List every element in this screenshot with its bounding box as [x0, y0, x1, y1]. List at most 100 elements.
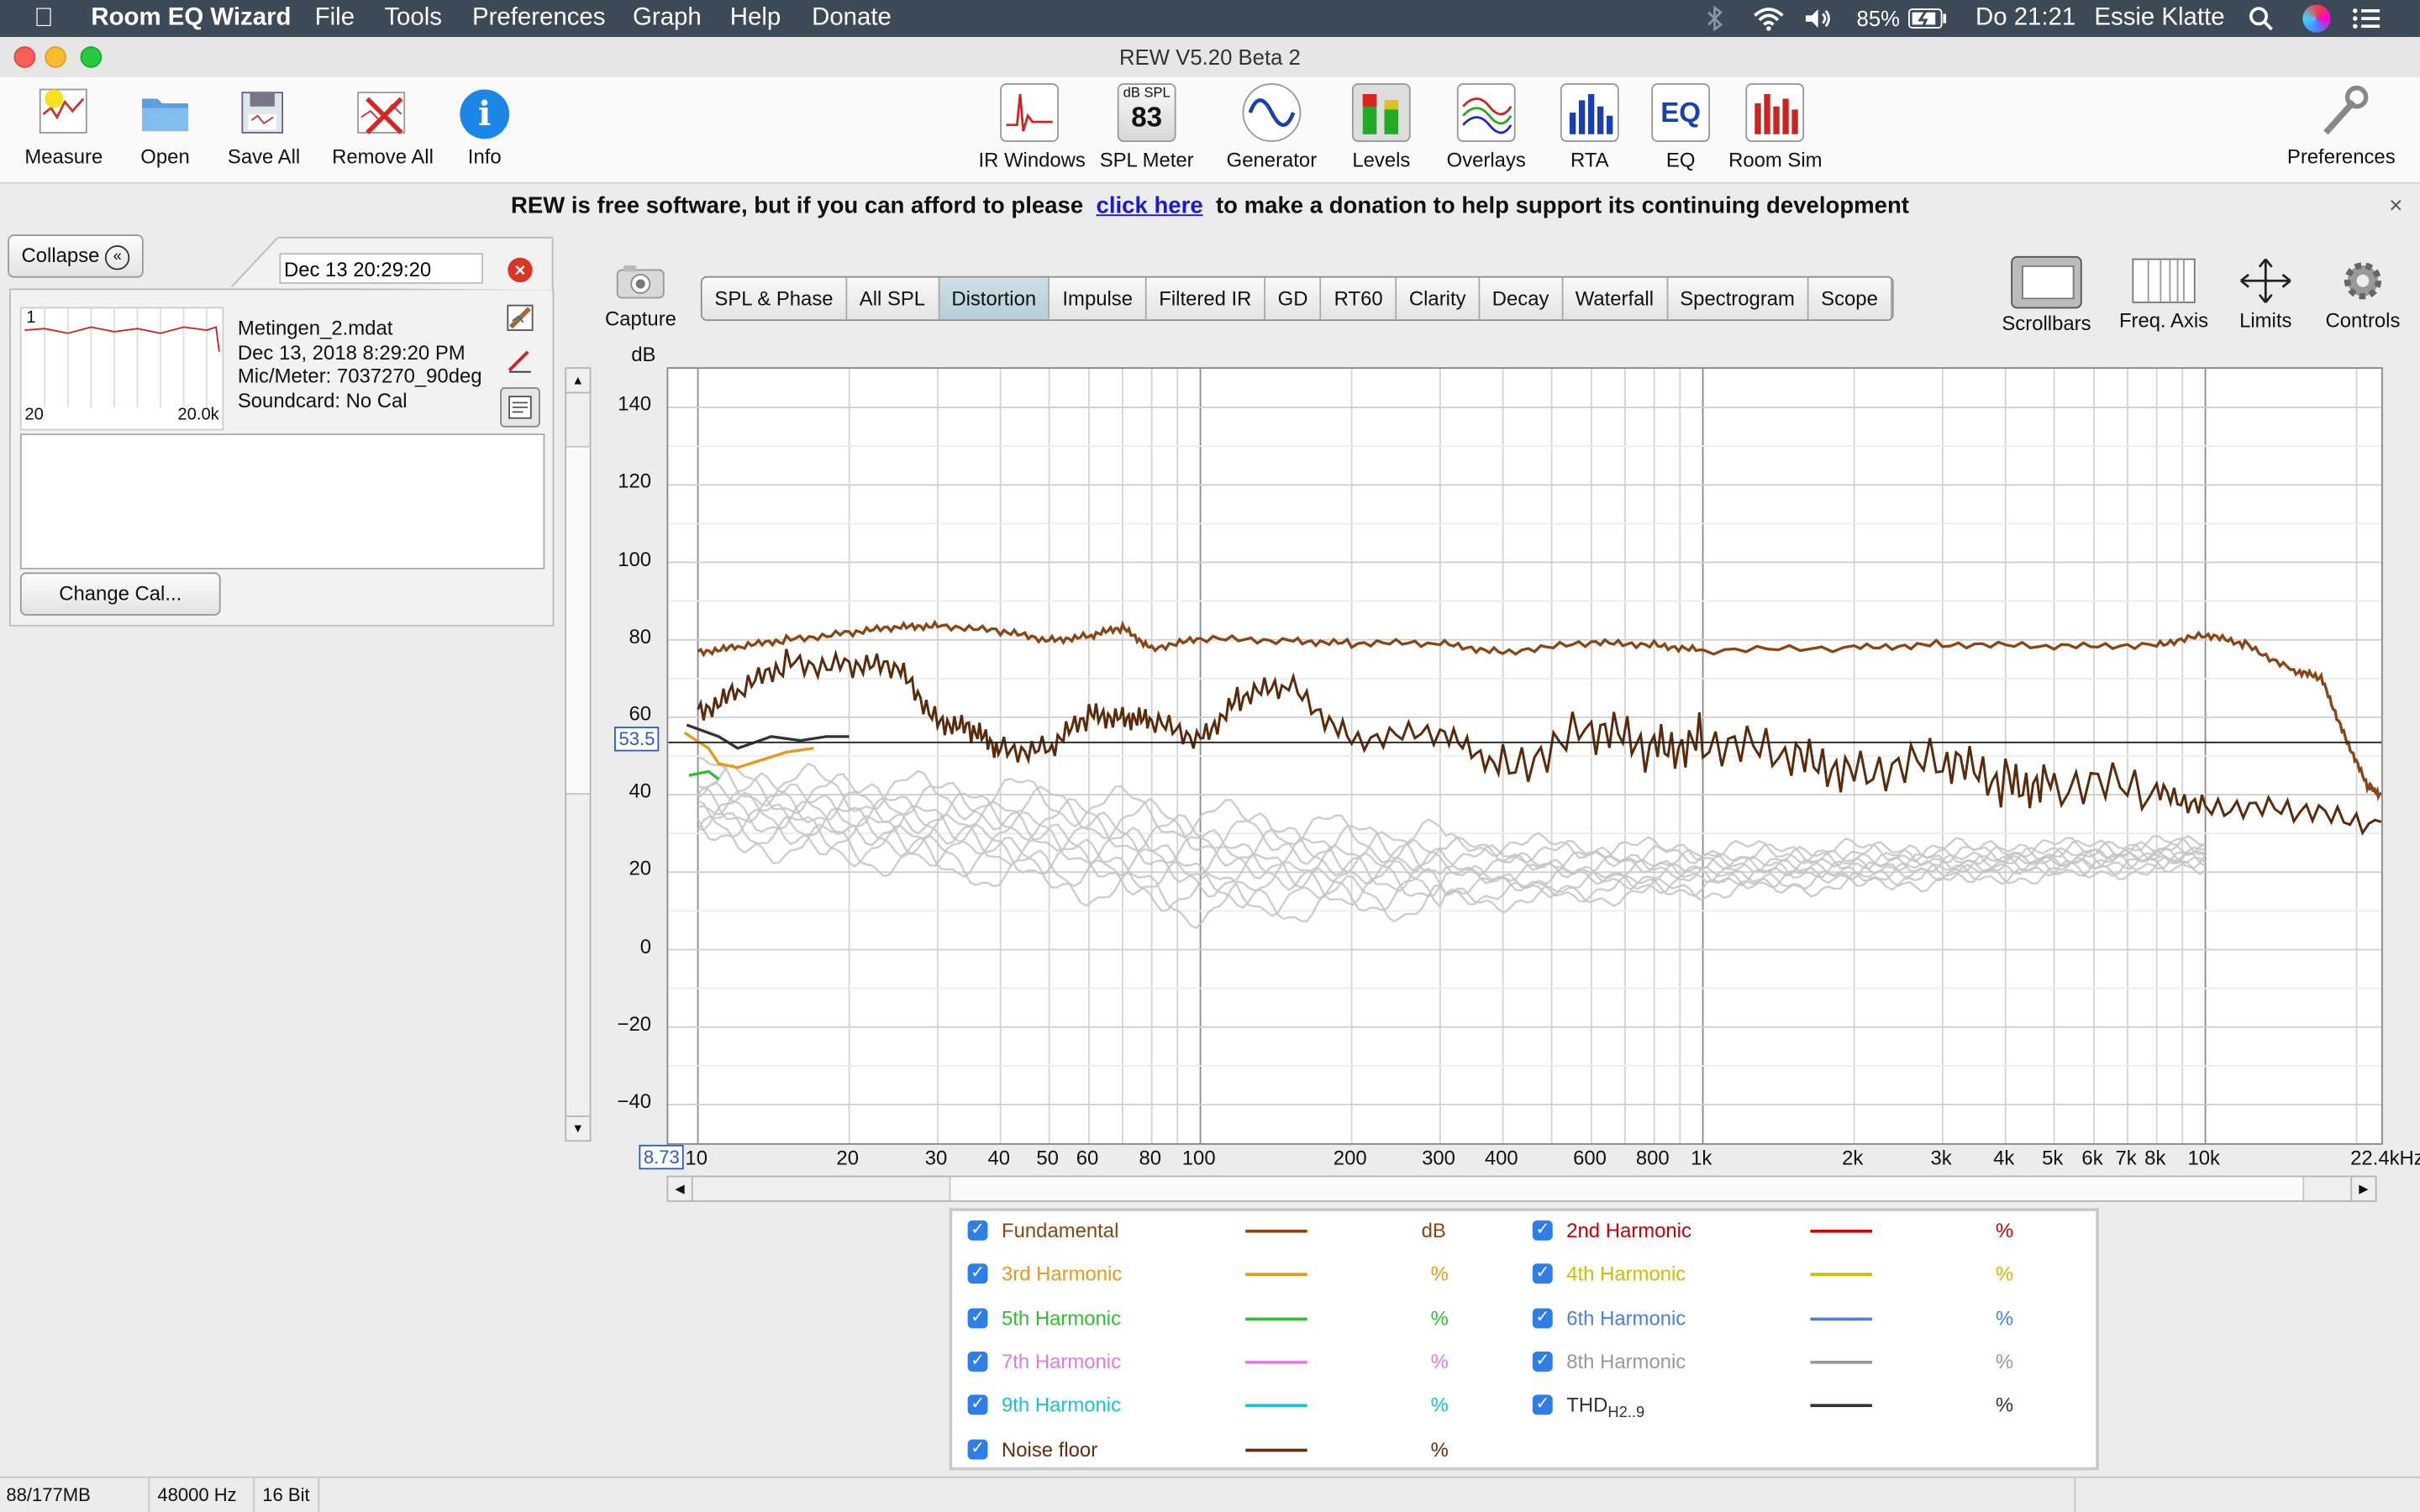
plot-canvas[interactable]	[668, 368, 2382, 1143]
legend-line-swatch[interactable]	[1245, 1360, 1307, 1364]
tab-rt60[interactable]: RT60	[1321, 277, 1397, 320]
measurement-notes-area[interactable]	[19, 433, 545, 570]
collapse-button[interactable]: Collapse «	[8, 234, 144, 278]
y-tick-label: 20	[629, 856, 652, 880]
eq-button[interactable]: EQ EQ	[1651, 83, 1711, 171]
legend-name: 7th Harmonic	[1002, 1350, 1121, 1373]
legend-line-swatch[interactable]	[1245, 1229, 1307, 1233]
remove-all-button[interactable]: Remove All	[329, 83, 437, 168]
levels-button[interactable]: Levels	[1343, 83, 1420, 171]
legend-checkbox[interactable]: ✓	[1532, 1263, 1553, 1284]
horizontal-scrollbar[interactable]: ◀ ▶	[666, 1175, 2377, 1202]
volume-icon[interactable]	[1802, 6, 1833, 30]
tab-filtered-ir[interactable]: Filtered IR	[1146, 277, 1265, 320]
open-button[interactable]: Open	[133, 83, 197, 168]
donation-link[interactable]: click here	[1097, 193, 1203, 219]
generator-button[interactable]: Generator	[1223, 83, 1322, 171]
legend-line-swatch[interactable]	[1245, 1447, 1307, 1452]
tab-waterfall[interactable]: Waterfall	[1563, 277, 1668, 320]
menu-donate[interactable]: Donate	[812, 5, 892, 33]
x-tick-label: 10k	[2187, 1146, 2220, 1170]
legend-checkbox[interactable]: ✓	[1532, 1220, 1553, 1241]
edit-notes-icon[interactable]	[506, 304, 534, 332]
remove-measurement-icon[interactable]: ×	[508, 257, 533, 283]
tab-all-spl[interactable]: All SPL	[847, 277, 939, 320]
menu-file[interactable]: File	[315, 5, 355, 33]
room-sim-button[interactable]: Room Sim	[1728, 83, 1823, 171]
scroll-left-icon[interactable]: ◀	[668, 1177, 693, 1200]
tab-spectrogram[interactable]: Spectrogram	[1667, 277, 1809, 320]
measurement-date-field[interactable]	[279, 253, 483, 284]
measurement-name[interactable]: Metingen_2.mdat	[238, 317, 482, 340]
legend-checkbox[interactable]: ✓	[967, 1394, 988, 1415]
freq-axis-button[interactable]: Freq. Axis	[2118, 256, 2210, 332]
spotlight-search-icon[interactable]	[2249, 6, 2273, 31]
notification-center-icon[interactable]	[2352, 8, 2381, 29]
menubar-clock[interactable]: Do 21:21	[1975, 5, 2075, 33]
overlays-button[interactable]: Overlays	[1441, 83, 1531, 171]
wifi-icon[interactable]	[1752, 6, 1786, 31]
measurement-notes-button[interactable]	[500, 387, 540, 428]
menu-help[interactable]: Help	[730, 5, 781, 33]
tab-impulse[interactable]: Impulse	[1050, 277, 1147, 320]
legend-checkbox[interactable]: ✓	[967, 1263, 988, 1284]
distortion-plot[interactable]	[666, 367, 2383, 1145]
trace-legend: ✓ Fundamental dB ✓ 2nd Harmonic% ✓ 3rd Harmoni…	[949, 1208, 2099, 1471]
legend-line-swatch[interactable]	[1245, 1316, 1307, 1320]
eq-icon-text: EQ	[1660, 97, 1702, 129]
legend-line-swatch[interactable]	[1810, 1404, 1872, 1408]
legend-checkbox[interactable]: ✓	[967, 1351, 988, 1372]
limits-button[interactable]: Limits	[2228, 256, 2302, 332]
legend-line-swatch[interactable]	[1810, 1273, 1872, 1277]
legend-line-swatch[interactable]	[1245, 1273, 1307, 1277]
menubar-user[interactable]: Essie Klatte	[2094, 5, 2224, 33]
capture-button[interactable]: Capture	[605, 260, 676, 330]
info-button[interactable]: i Info	[457, 83, 513, 168]
rta-button[interactable]: RTA	[1559, 83, 1620, 171]
legend-line-swatch[interactable]	[1810, 1229, 1872, 1233]
menu-preferences[interactable]: Preferences	[472, 5, 605, 33]
spl-meter-icon: dB SPL 83	[1117, 83, 1176, 142]
spl-meter-button[interactable]: dB SPL 83 SPL Meter	[1099, 83, 1195, 171]
legend-checkbox[interactable]: ✓	[967, 1307, 988, 1328]
legend-checkbox[interactable]: ✓	[1532, 1394, 1553, 1415]
scroll-up-icon[interactable]: ▲	[566, 369, 590, 394]
legend-checkbox[interactable]: ✓	[967, 1438, 988, 1459]
horizontal-scroll-thumb[interactable]	[949, 1177, 2305, 1200]
legend-checkbox[interactable]: ✓	[967, 1220, 988, 1241]
vertical-scrollbar[interactable]: ▲ ▼	[565, 367, 592, 1142]
preferences-button[interactable]: Preferences	[2284, 83, 2398, 168]
tab-decay[interactable]: Decay	[1480, 277, 1564, 320]
measure-button[interactable]: Measure	[24, 83, 103, 168]
save-all-button[interactable]: Save All	[225, 83, 302, 168]
legend-line-swatch[interactable]	[1245, 1404, 1307, 1408]
legend-checkbox[interactable]: ✓	[1532, 1351, 1553, 1372]
legend-checkbox[interactable]: ✓	[1532, 1307, 1553, 1328]
apple-icon[interactable]: 	[34, 3, 53, 34]
battery-icon[interactable]	[1907, 8, 1948, 29]
scroll-down-icon[interactable]: ▼	[566, 1115, 590, 1140]
menu-tools[interactable]: Tools	[384, 5, 442, 33]
menu-app-name[interactable]: Room EQ Wizard	[91, 5, 291, 33]
vertical-scroll-thumb[interactable]	[566, 445, 590, 795]
bluetooth-icon[interactable]	[1704, 6, 1726, 31]
close-banner-icon[interactable]: ×	[2389, 184, 2402, 230]
tab-gd[interactable]: GD	[1265, 277, 1322, 320]
measurement-thumbnail[interactable]: 1 20 20.0k	[19, 307, 224, 431]
color-picker-icon[interactable]	[506, 345, 534, 373]
tab-distortion[interactable]: Distortion	[939, 277, 1050, 320]
legend-name-text: 4th Harmonic	[1566, 1262, 1686, 1286]
controls-button[interactable]: Controls	[2320, 256, 2407, 332]
tab-clarity[interactable]: Clarity	[1397, 277, 1481, 320]
legend-line-swatch[interactable]	[1810, 1360, 1872, 1364]
siri-icon[interactable]	[2302, 4, 2331, 33]
ir-windows-button[interactable]: IR Windows	[978, 83, 1086, 171]
limits-icon	[2240, 258, 2291, 303]
menu-graph[interactable]: Graph	[633, 5, 702, 33]
scroll-right-icon[interactable]: ▶	[2350, 1177, 2375, 1200]
scrollbars-button[interactable]: Scrollbars	[2000, 255, 2092, 335]
tab-spl-phase[interactable]: SPL & Phase	[702, 277, 848, 320]
legend-line-swatch[interactable]	[1810, 1316, 1872, 1320]
change-cal-button[interactable]: Change Cal...	[19, 572, 221, 616]
tab-scope[interactable]: Scope	[1808, 277, 1892, 320]
